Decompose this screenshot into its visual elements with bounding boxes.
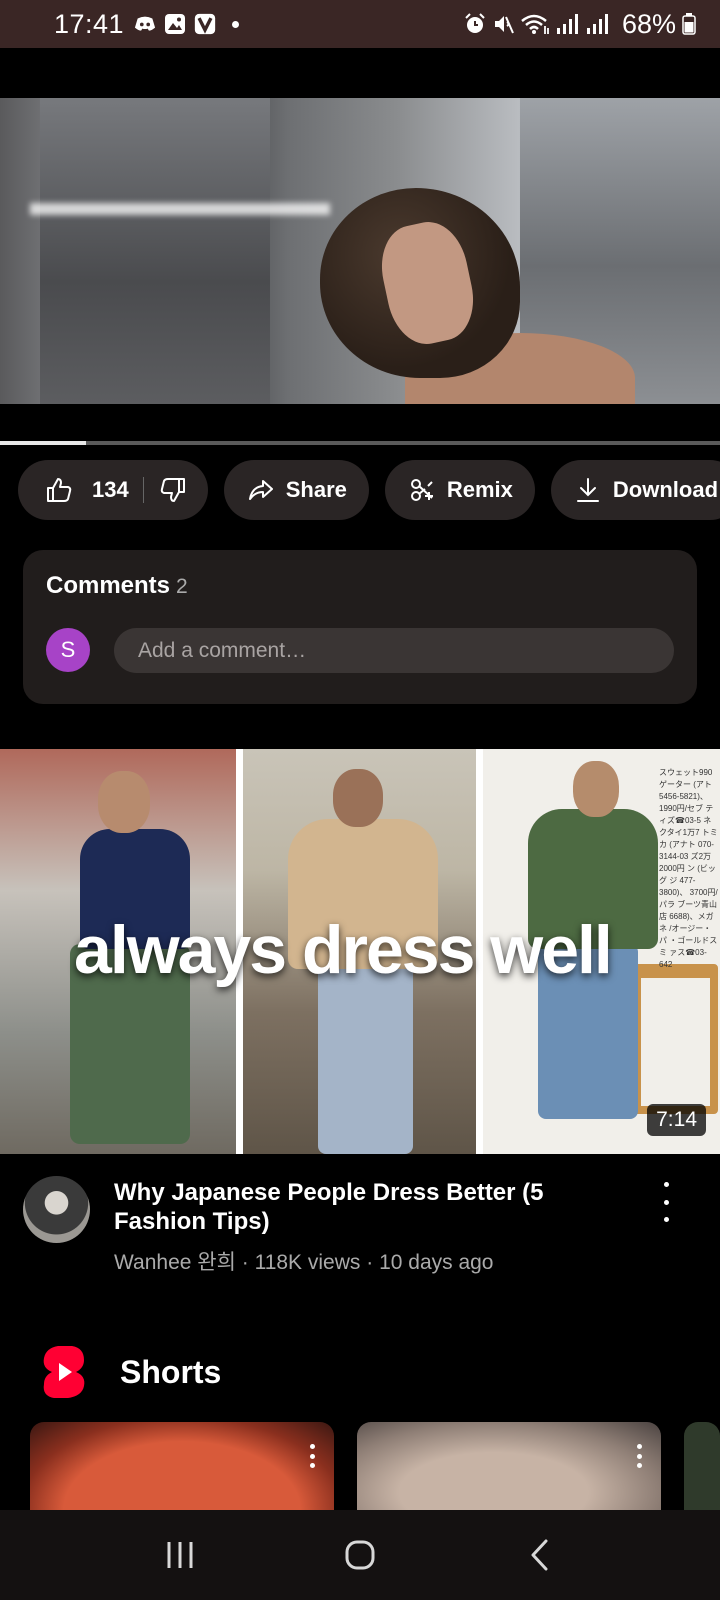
status-time: 17:41 (54, 8, 125, 39)
back-icon (531, 1539, 548, 1571)
share-icon (246, 475, 276, 505)
more-options-icon[interactable] (637, 1444, 643, 1468)
thumbs-down-icon[interactable] (158, 475, 188, 505)
remix-label: Remix (446, 477, 513, 502)
download-icon (573, 475, 603, 505)
more-options-icon[interactable] (654, 1182, 678, 1222)
like-count: 134 (92, 477, 129, 502)
comments-section[interactable]: Comments 2 S Add a comment… (23, 550, 697, 704)
recents-icon (167, 1542, 193, 1568)
video-progress-fill (0, 441, 87, 445)
video-metadata: Wanhee 완희 · 118K views · 10 days ago (114, 1251, 494, 1274)
thumbs-up-icon[interactable] (44, 475, 74, 505)
v-app-icon (194, 13, 216, 35)
signal-icon (586, 13, 610, 35)
video-meta[interactable]: Why Japanese People Dress Better (5 Fash… (0, 1154, 720, 1284)
video-duration: 7:14 (647, 1104, 706, 1136)
remix-button[interactable]: Remix (384, 460, 535, 520)
system-navigation-bar (0, 1510, 720, 1600)
recents-button[interactable] (150, 1525, 210, 1585)
video-actions: 134 Share Remix Download (18, 460, 720, 520)
thumbnail-text: always dress well (74, 912, 613, 988)
video-player[interactable] (0, 48, 720, 450)
shorts-title: Shorts (120, 1353, 222, 1390)
download-button[interactable]: Download (550, 460, 720, 520)
alarm-icon (464, 13, 486, 35)
video-title[interactable]: Why Japanese People Dress Better (5 Fash… (114, 1178, 574, 1236)
wifi-icon (520, 13, 550, 35)
short-card[interactable] (30, 1422, 334, 1510)
back-button[interactable] (510, 1525, 570, 1585)
share-button[interactable]: Share (223, 460, 369, 520)
remix-icon (407, 475, 437, 505)
short-card[interactable] (684, 1422, 720, 1510)
status-bar: 17:41 68% (0, 0, 720, 48)
share-label: Share (285, 477, 347, 502)
comments-title: Comments (46, 572, 171, 599)
video-progress-bar[interactable] (0, 441, 720, 445)
avatar[interactable]: S (46, 628, 90, 672)
short-card[interactable] (357, 1422, 661, 1510)
like-dislike-button[interactable]: 134 (18, 460, 208, 520)
download-label: Download (612, 477, 719, 502)
more-options-icon[interactable] (310, 1444, 316, 1468)
home-button[interactable] (330, 1525, 390, 1585)
shorts-header: Shorts (40, 1344, 221, 1400)
battery-percent: 68% (621, 8, 676, 39)
like-divider (142, 477, 144, 503)
shorts-logo-icon (40, 1344, 88, 1400)
discord-icon (134, 13, 156, 35)
comments-header: Comments 2 (46, 572, 188, 600)
video-thumbnail[interactable]: スウェット990 ゲーター (アト 5456-5821)、 1990円/セブ テ… (0, 749, 720, 1154)
gallery-icon (164, 13, 186, 35)
notification-icons (134, 13, 240, 35)
system-icons: 68% (464, 9, 696, 40)
dot-icon (232, 20, 240, 28)
comment-input[interactable]: Add a comment… (114, 628, 674, 673)
mute-icon (492, 13, 514, 35)
comments-count: 2 (176, 575, 188, 598)
battery-icon (682, 13, 696, 35)
video-frame[interactable] (0, 98, 720, 404)
signal-icon (556, 13, 580, 35)
channel-avatar[interactable] (23, 1176, 90, 1243)
magazine-text: スウェット990 ゲーター (アト 5456-5821)、 1990円/セブ テ… (659, 768, 718, 969)
home-icon (345, 1540, 375, 1570)
